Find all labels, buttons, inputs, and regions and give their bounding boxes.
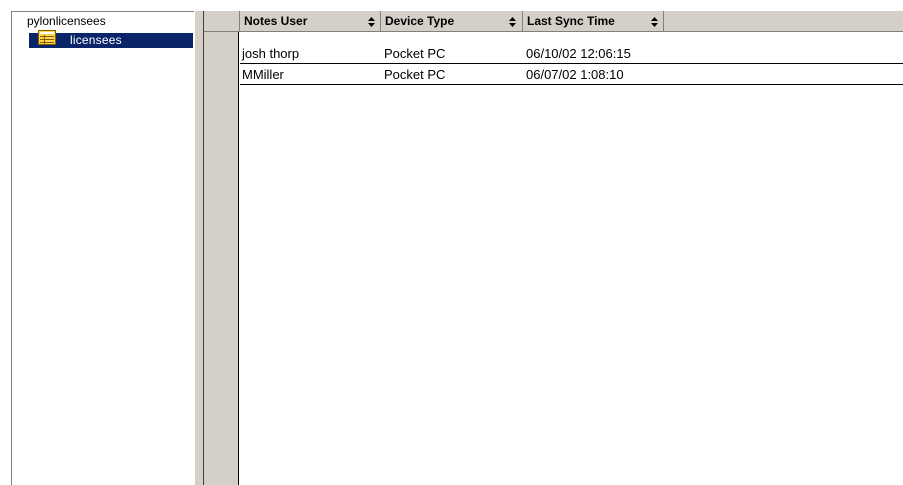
column-header-device-type[interactable]: Device Type: [380, 11, 522, 32]
sort-icon: [509, 17, 516, 27]
cell-last-sync-time: 06/10/02 12:06:15: [526, 46, 631, 61]
table-row[interactable]: MMiller Pocket PC 06/07/02 1:08:10: [240, 64, 903, 85]
cell-device-type: Pocket PC: [384, 46, 446, 61]
cell-device-type: Pocket PC: [384, 67, 446, 82]
sort-icon: [651, 17, 658, 27]
sort-icon: [368, 17, 375, 27]
cell-notes-user: josh thorp: [242, 46, 300, 61]
tree-pane[interactable]: pylonlicensees licensees: [11, 11, 194, 485]
cell-notes-user: MMiller: [242, 67, 284, 82]
data-grid[interactable]: Notes User Device Type Last Sync Time jo…: [204, 11, 903, 485]
column-header-last-sync-time[interactable]: Last Sync Time: [522, 11, 664, 32]
grid-header: Notes User Device Type Last Sync Time: [204, 11, 903, 32]
tree-item-licensees[interactable]: licensees: [29, 30, 193, 48]
table-row[interactable]: josh thorp Pocket PC 06/10/02 12:06:15: [240, 43, 903, 64]
cell-last-sync-time: 06/07/02 1:08:10: [526, 67, 624, 82]
tree-item-root[interactable]: pylonlicensees: [27, 14, 106, 29]
table-icon: [38, 30, 56, 45]
pane-splitter[interactable]: [194, 11, 204, 485]
tree-item-label: licensees: [70, 33, 122, 47]
column-header-label: Last Sync Time: [527, 14, 615, 28]
column-header-label: Device Type: [385, 14, 455, 28]
column-header-notes-user[interactable]: Notes User: [239, 11, 380, 32]
column-header-label: Notes User: [244, 14, 308, 28]
row-header-column: [204, 11, 239, 485]
